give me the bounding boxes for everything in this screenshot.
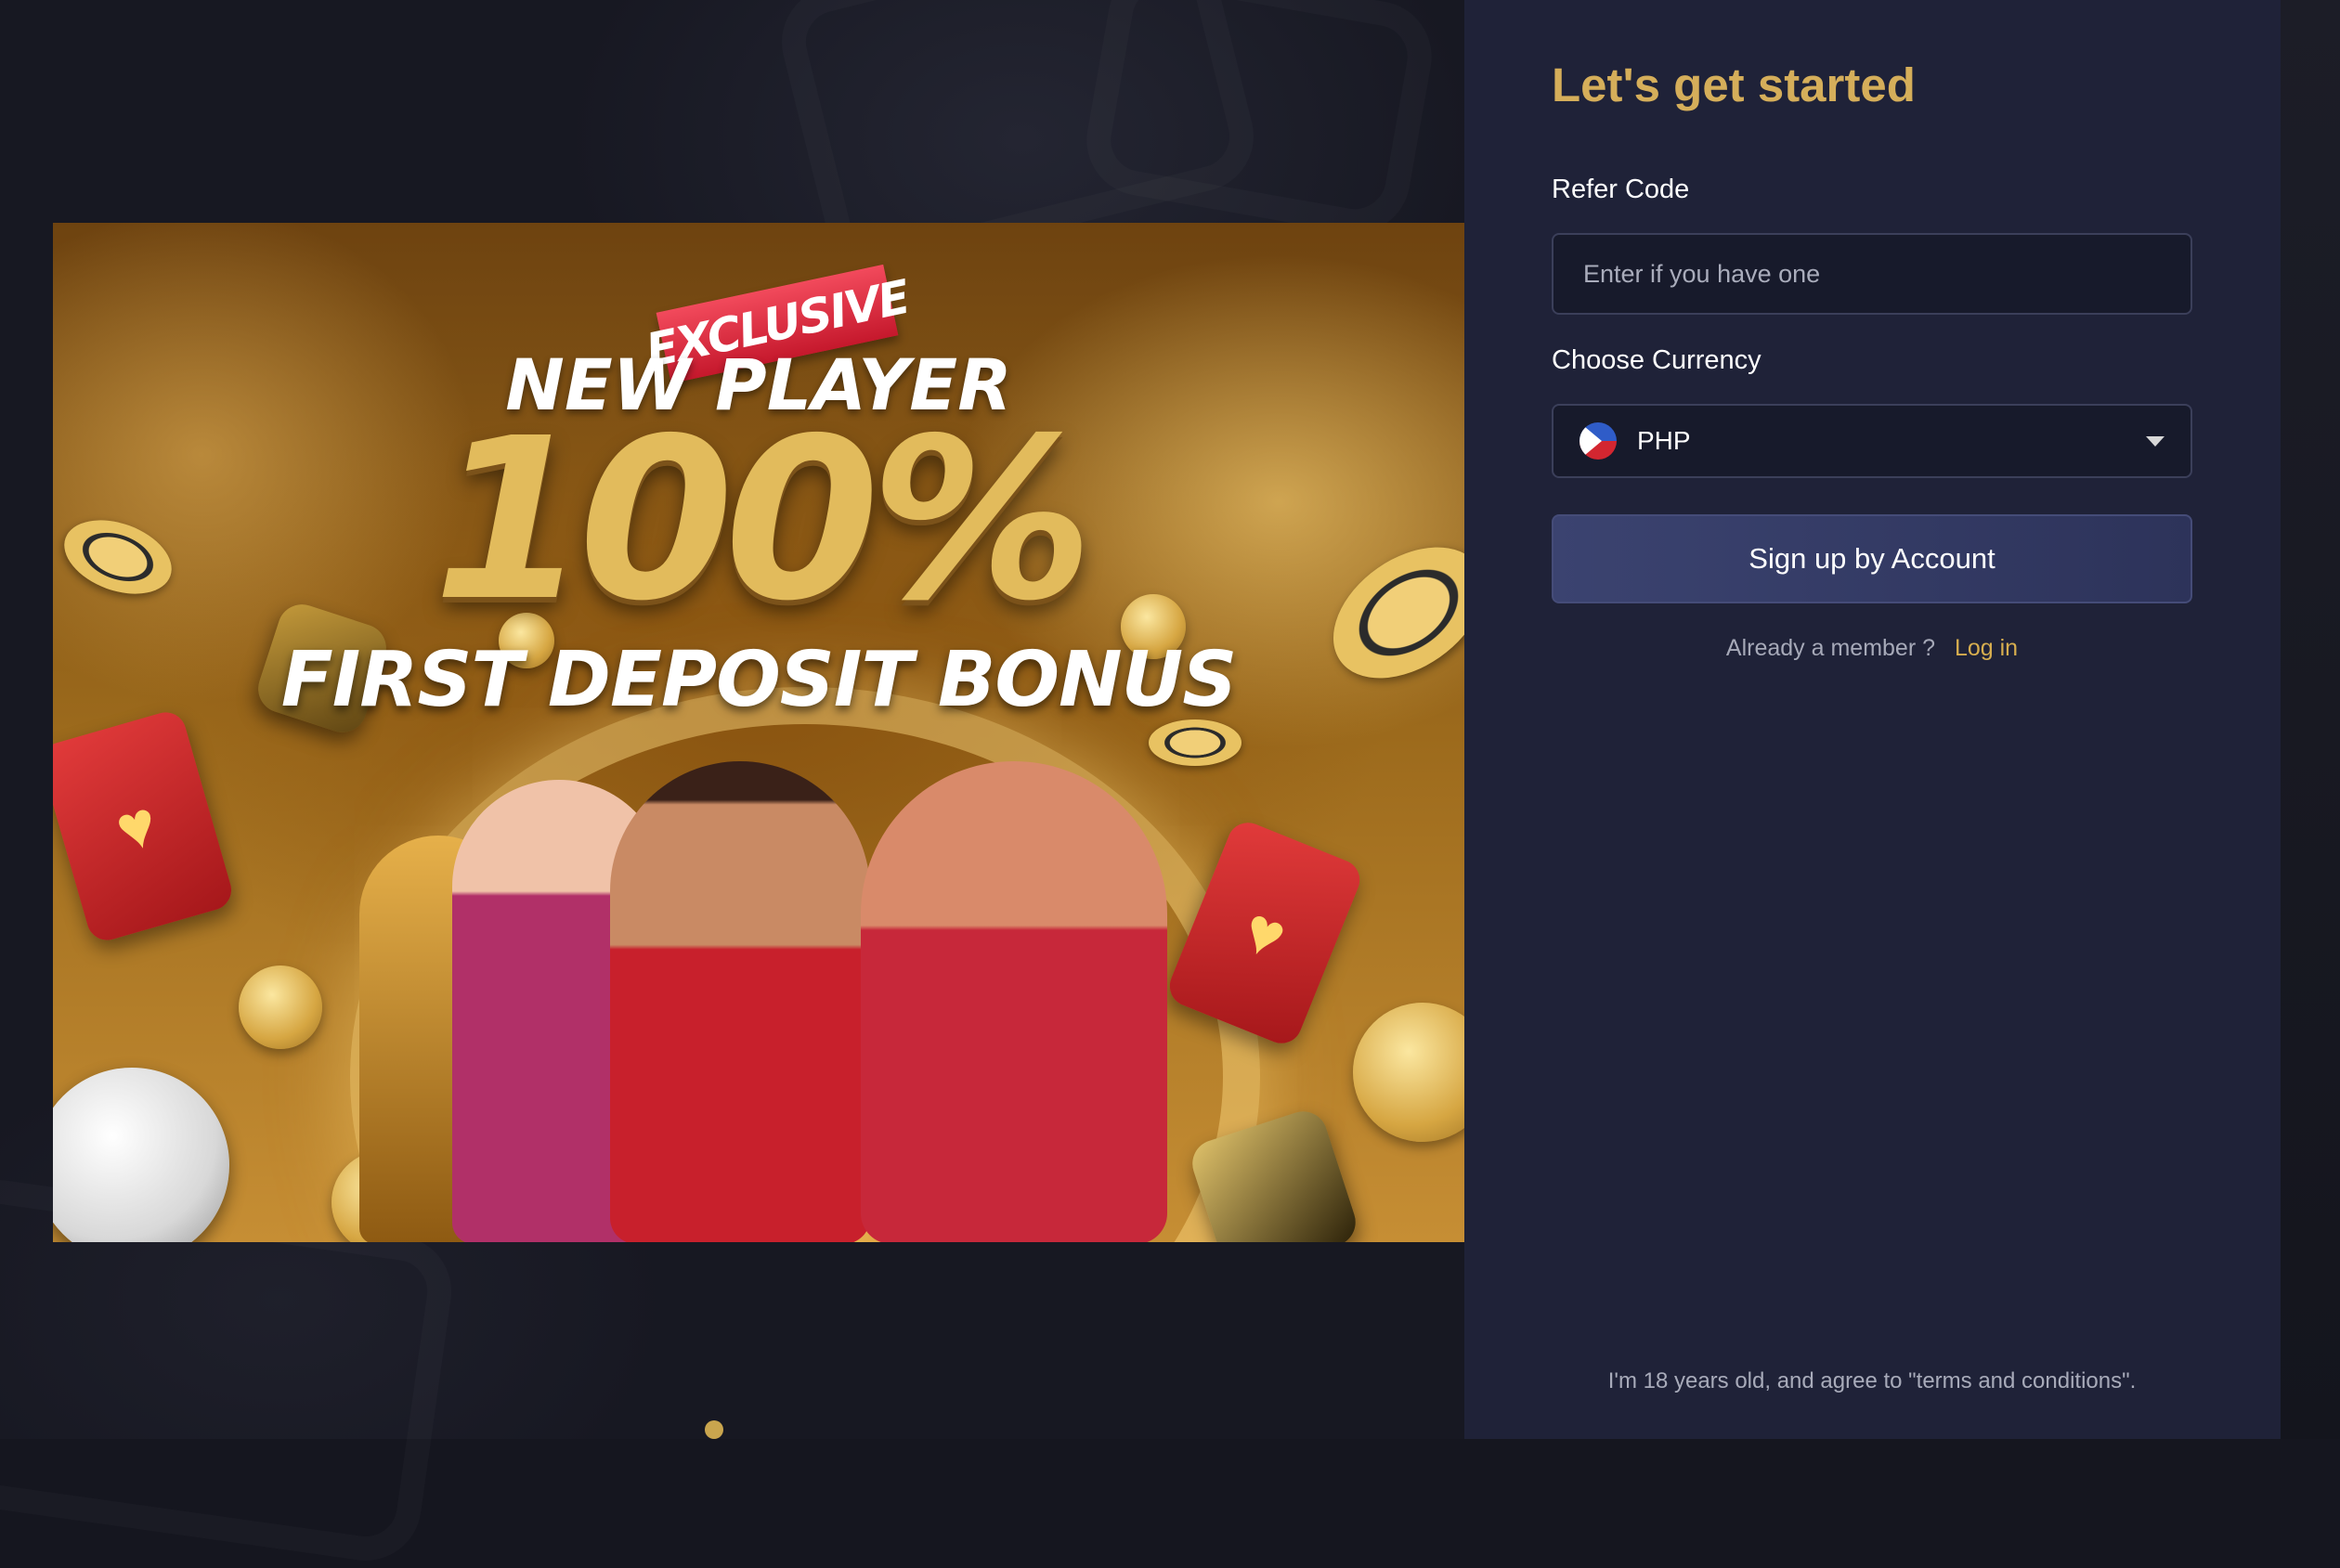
character-illustration: [610, 761, 870, 1242]
page-title: Let's get started: [1552, 58, 1916, 111]
playing-card-icon: ♥: [53, 707, 237, 945]
carousel-indicator-dot[interactable]: [705, 1420, 723, 1439]
philippines-flag-icon: [1580, 422, 1617, 460]
banner-percentage: 100%: [433, 390, 1093, 650]
signup-button[interactable]: Sign up by Account: [1552, 514, 2192, 603]
soccer-ball-icon: [53, 1068, 229, 1242]
chevron-down-icon: [2146, 435, 2164, 447]
login-prompt: Already a member ? Log in: [1552, 635, 2192, 662]
currency-value: PHP: [1637, 426, 1691, 455]
signup-panel: Let's get started Refer Code Choose Curr…: [1464, 0, 2281, 1439]
gold-coin-icon: [1353, 1003, 1464, 1142]
already-member-text: Already a member ?: [1725, 635, 1936, 661]
currency-label: Choose Currency: [1552, 345, 1762, 375]
currency-select[interactable]: PHP: [1552, 404, 2192, 478]
gold-coin-icon: [239, 965, 322, 1049]
login-link[interactable]: Log in: [1955, 635, 2018, 661]
promo-banner[interactable]: ♥ ♥ EXCLUSIVE NEW PLAYER 100% FIRST DEPO…: [53, 223, 1464, 1242]
terms-text: I'm 18 years old, and agree to "terms an…: [1607, 1368, 2137, 1393]
refer-code-label: Refer Code: [1552, 175, 1690, 204]
mascot-illustration: [861, 761, 1167, 1242]
refer-code-input[interactable]: [1554, 235, 2190, 313]
refer-code-field: [1552, 233, 2192, 315]
page-background-edge: [2281, 0, 2340, 1439]
casino-chip-icon: [1149, 719, 1242, 766]
banner-subheadline: FIRST DEPOSIT BONUS: [280, 636, 1238, 724]
